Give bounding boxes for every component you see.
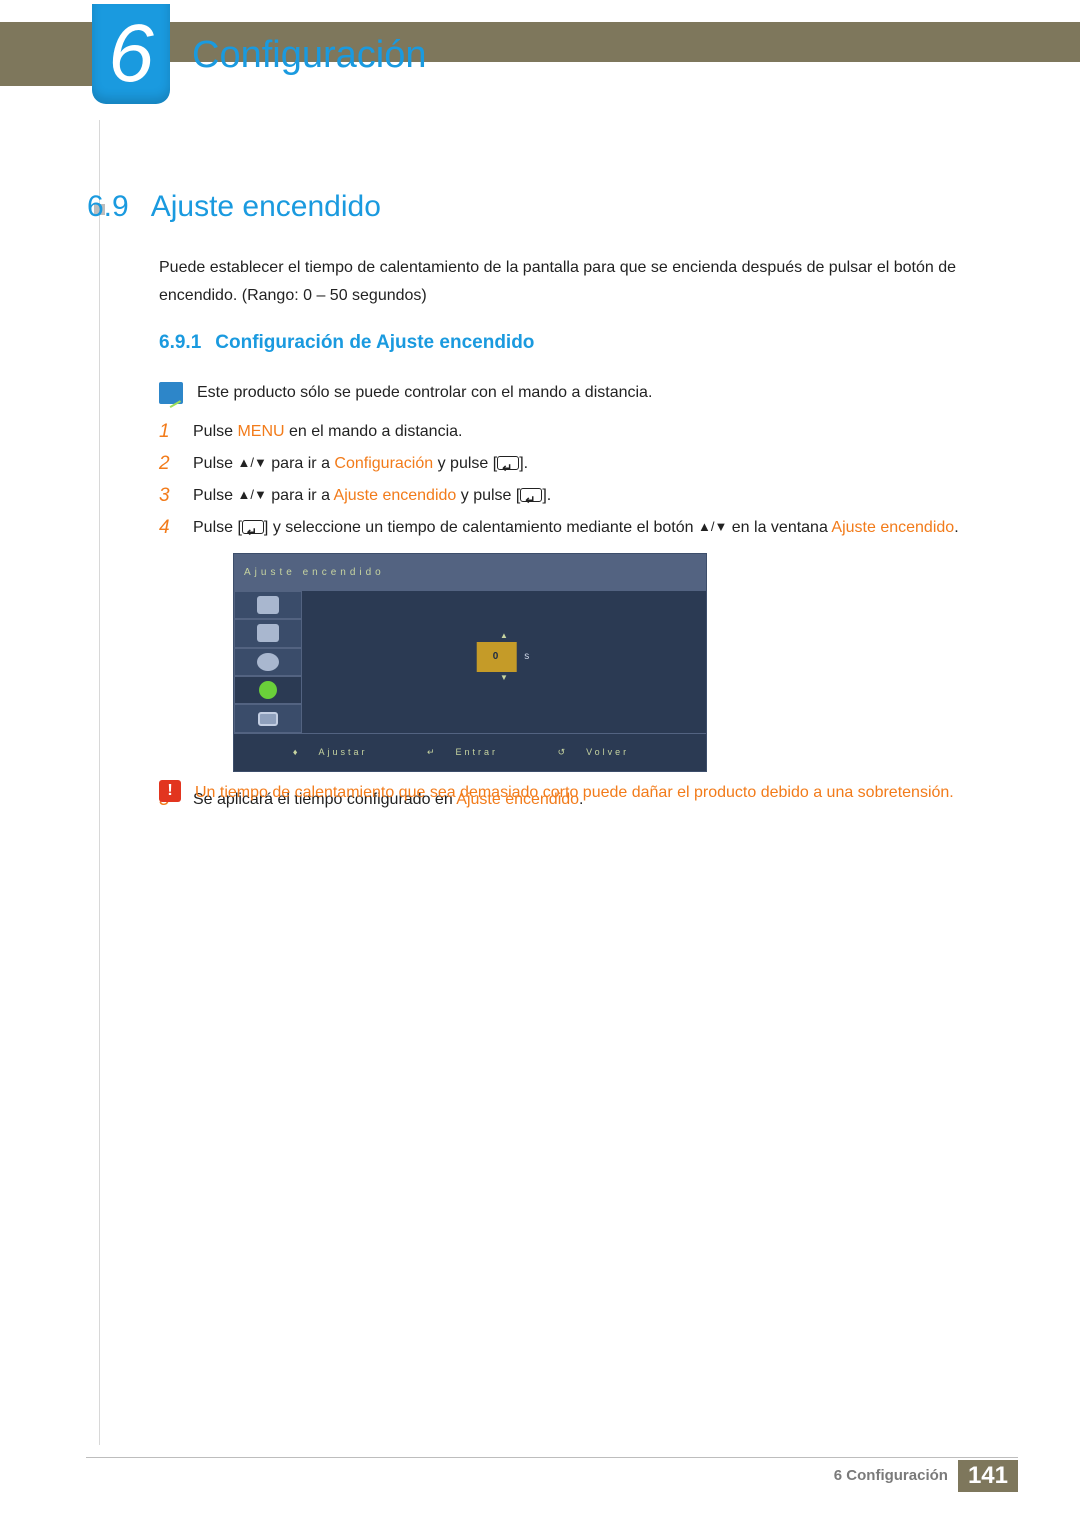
text: en la ventana (727, 520, 831, 537)
menu-keyword: MENU (237, 423, 284, 440)
warning-row: ! Un tiempo de calentamiento que sea dem… (159, 780, 979, 806)
text: ]. (519, 455, 528, 472)
warning-text: Un tiempo de calentamiento que sea demas… (195, 780, 954, 806)
section-number: 6.9 (87, 190, 129, 223)
osd-sidebar (234, 591, 302, 733)
label: Entrar (456, 747, 499, 757)
step-4: 4 Pulse [ ] y seleccione un tiempo de cal… (159, 514, 979, 781)
step-1: 1 Pulse MENU en el mando a distancia. (159, 418, 979, 446)
osd-hint-return: ↺Volver (558, 747, 648, 757)
page-number: 141 (958, 1460, 1018, 1492)
up-down-icon: ▲/▼ (698, 513, 727, 541)
osd-title: Ajuste encendido (234, 554, 706, 591)
up-down-icon: ▲/▼ (237, 449, 266, 477)
multi-icon (258, 712, 278, 726)
note-icon (159, 382, 183, 404)
warning-icon: ! (159, 780, 181, 802)
text: para ir a (267, 455, 335, 472)
step-body: Pulse ▲/▼ para ir a Ajuste encendido y p… (193, 482, 979, 510)
highlight: Ajuste encendido (831, 520, 954, 537)
footer-chapter-label: 6 Configuración (834, 1467, 948, 1484)
text: Pulse (193, 487, 237, 504)
subsection-title: Configuración de Ajuste encendido (215, 332, 534, 353)
chapter-title: Configuración (192, 34, 426, 77)
step-body: Pulse ▲/▼ para ir a Configuración y puls… (193, 450, 979, 478)
subsection-heading: 6.9.1 Configuración de Ajuste encendido (159, 332, 534, 354)
osd-footer: ♦Ajustar ↵Entrar ↺Volver (234, 733, 706, 771)
text: y pulse [ (433, 455, 497, 472)
enter-icon (497, 456, 519, 470)
highlight: Ajuste encendido (334, 487, 457, 504)
step-num: 3 (159, 482, 177, 510)
osd-tab-picture (234, 591, 302, 619)
input-icon (257, 624, 279, 642)
text: Pulse (193, 423, 237, 440)
text: ]. (542, 487, 551, 504)
step-3: 3 Pulse ▲/▼ para ir a Ajuste encendido y… (159, 482, 979, 510)
osd-hint-enter: ↵Entrar (427, 747, 516, 757)
text: para ir a (267, 487, 334, 504)
up-down-icon: ▲/▼ (237, 481, 266, 509)
section-heading: 6.9 Ajuste encendido (87, 190, 381, 224)
osd-tab-multi (234, 704, 302, 732)
osd-hint-adjust: ♦Ajustar (293, 747, 386, 757)
osd-menu: Ajuste encendido ▲ 0 (233, 553, 707, 772)
osd-value-group: ▲ 0 s ▼ (477, 632, 532, 682)
text: y pulse [ (456, 487, 520, 504)
step-num: 1 (159, 418, 177, 446)
text: en el mando a distancia. (285, 423, 463, 440)
margin-rule (99, 120, 100, 1445)
step-num: 2 (159, 450, 177, 478)
osd-tab-setup (234, 676, 302, 704)
osd-body: ▲ 0 s ▼ (234, 591, 706, 733)
intro-paragraph: Puede establecer el tiempo de calentamie… (159, 254, 969, 310)
osd-unit: s (524, 643, 531, 671)
osd-value: 0 (477, 642, 517, 672)
subsection-number: 6.9.1 (159, 332, 201, 353)
section-title: Ajuste encendido (151, 190, 381, 223)
picture-icon (257, 596, 279, 614)
gear-icon (259, 681, 277, 699)
label: Volver (586, 747, 629, 757)
text: . (954, 520, 958, 537)
osd-main: ▲ 0 s ▼ (302, 591, 706, 733)
text: Pulse [ (193, 520, 242, 537)
label: Ajustar (318, 747, 367, 757)
enter-icon (520, 488, 542, 502)
step-body: Pulse [ ] y seleccione un tiempo de calen… (193, 514, 979, 781)
note-row: Este producto sólo se puede controlar co… (159, 382, 979, 404)
osd-tab-sound (234, 648, 302, 676)
highlight: Configuración (334, 455, 433, 472)
note-text: Este producto sólo se puede controlar co… (197, 382, 652, 404)
chevron-down-icon: ▼ (477, 674, 532, 682)
text: ] y seleccione un tiempo de calentamient… (264, 520, 698, 537)
enter-icon (242, 520, 264, 534)
chevron-up-icon: ▲ (477, 632, 532, 640)
chapter-number-badge: 6 (92, 4, 170, 104)
step-num: 4 (159, 514, 177, 781)
osd-field: 0 s (477, 642, 532, 672)
osd-tab-input (234, 619, 302, 647)
step-2: 2 Pulse ▲/▼ para ir a Configuración y pu… (159, 450, 979, 478)
page-footer: 6 Configuración 141 (86, 1457, 1018, 1487)
text: Pulse (193, 455, 237, 472)
sound-icon (257, 653, 279, 671)
steps-list: 1 Pulse MENU en el mando a distancia. 2 … (159, 418, 979, 818)
step-body: Pulse MENU en el mando a distancia. (193, 418, 979, 446)
